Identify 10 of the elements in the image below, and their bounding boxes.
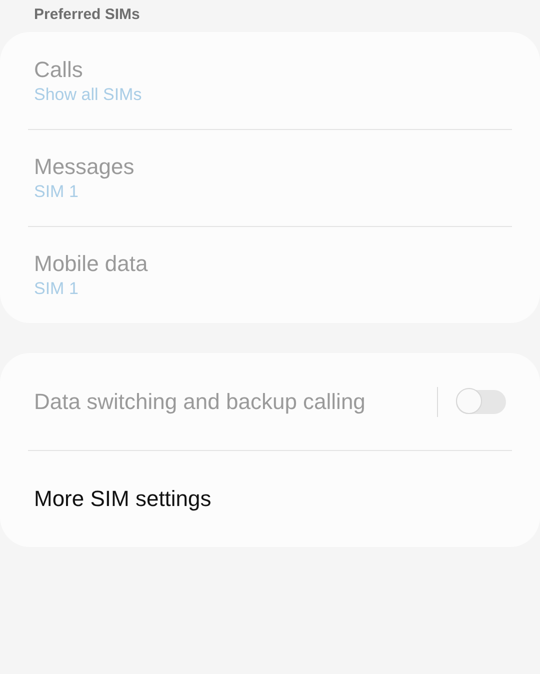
section-header: Preferred SIMs — [33, 5, 141, 25]
settings-row[interactable]: More SIM settings — [28, 451, 512, 547]
row-value: SIM 1 — [34, 181, 80, 203]
row-title: Calls — [34, 56, 84, 84]
row-value: SIM 1 — [34, 278, 80, 300]
row-title: More SIM settings — [34, 485, 212, 513]
row-value: Show all SIMs — [34, 84, 143, 106]
row-title: Messages — [34, 153, 136, 181]
row-title: Data switching and backup calling — [34, 388, 366, 416]
row-title: Mobile data — [34, 250, 149, 278]
